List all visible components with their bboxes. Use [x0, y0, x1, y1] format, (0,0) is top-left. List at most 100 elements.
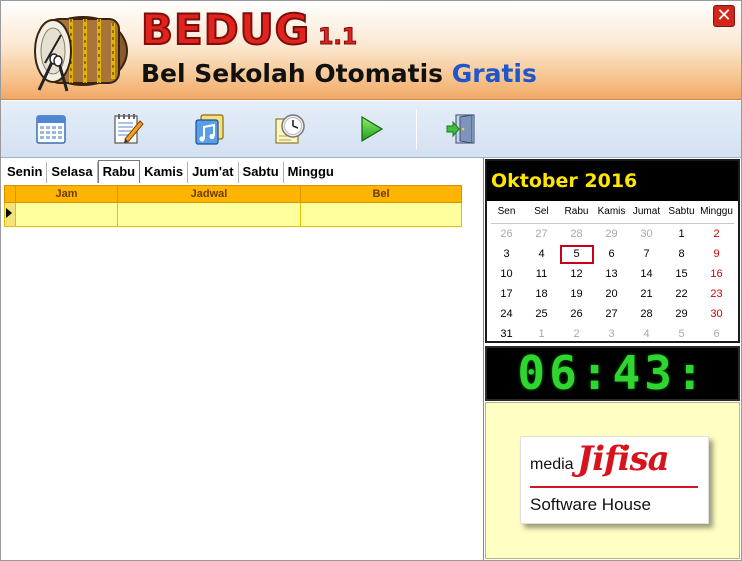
tab-rabu[interactable]: Rabu [97, 160, 141, 183]
calendar-day[interactable]: 31 [489, 324, 524, 344]
clock-readout: 06:43:54 [487, 346, 738, 450]
calendar-day[interactable]: 25 [524, 304, 559, 324]
toolbar [1, 101, 741, 158]
logo-tagline: Software House [530, 495, 651, 514]
clock-separator: : [675, 346, 708, 400]
calendar-month-title: Oktober 2016 [487, 161, 738, 201]
calendar-day[interactable]: 6 [699, 324, 734, 344]
bedug-app-window: BEDUG 1.1 Bel Sekolah Otomatis Gratis ✕ [0, 0, 742, 561]
app-title: BEDUG 1.1 [140, 4, 358, 55]
calendar-day[interactable]: 2 [559, 324, 594, 344]
bell-time-button[interactable] [270, 109, 310, 149]
calendar-icon [36, 115, 66, 144]
weekday-label: Minggu [700, 206, 733, 217]
calendar-day[interactable]: 15 [664, 264, 699, 284]
music-files-icon [195, 114, 224, 145]
calendar-day[interactable]: 7 [629, 244, 664, 264]
calendar-day[interactable]: 29 [664, 304, 699, 324]
calendar-day[interactable]: 13 [594, 264, 629, 284]
tab-sabtu[interactable]: Sabtu [239, 162, 284, 183]
calendar-day[interactable]: 19 [559, 284, 594, 304]
calendar-day[interactable]: 18 [524, 284, 559, 304]
calendar-week-row: 17 18 19 20 21 22 23 [489, 284, 736, 304]
row-indicator[interactable] [4, 202, 16, 227]
calendar-day[interactable]: 9 [699, 244, 734, 264]
app-version: 1.1 [318, 25, 358, 51]
column-header-bel[interactable]: Bel [300, 185, 462, 203]
company-logo-panel: media Jifisa Software House [485, 402, 740, 559]
table-row[interactable] [4, 202, 462, 227]
calendar-day[interactable]: 14 [629, 264, 664, 284]
logo-brand-text: Jifisa [577, 439, 670, 479]
calendar-day[interactable]: 29 [594, 224, 629, 244]
calendar-day[interactable]: 2 [699, 224, 734, 244]
calendar-day[interactable]: 4 [524, 244, 559, 264]
app-subtitle-main: Bel Sekolah Otomatis [141, 59, 444, 88]
calendar-day[interactable]: 11 [524, 264, 559, 284]
music-files-button[interactable] [190, 109, 230, 149]
calendar-week-row: 24 25 26 27 28 29 30 [489, 304, 736, 324]
close-button[interactable]: ✕ [713, 5, 735, 27]
column-header-jam[interactable]: Jam [15, 185, 118, 203]
clock-minutes: 43 [612, 346, 676, 400]
calendar-day-today[interactable]: 5 [559, 244, 594, 264]
calendar-day[interactable]: 30 [699, 304, 734, 324]
calendar-week-row: 31 1 2 3 4 5 6 [489, 324, 736, 344]
logo-divider [530, 486, 698, 488]
calendar-day[interactable]: 17 [489, 284, 524, 304]
calendar-day[interactable]: 4 [629, 324, 664, 344]
clock-separator: : [580, 346, 613, 400]
schedule-grid: Jam Jadwal Bel [4, 185, 462, 227]
calendar-day[interactable]: 10 [489, 264, 524, 284]
play-icon [361, 115, 384, 143]
day-tabs: Senin Selasa Rabu Kamis Jum'at Sabtu Min… [3, 160, 338, 183]
calendar-day[interactable]: 24 [489, 304, 524, 324]
edit-schedule-button[interactable] [108, 109, 148, 149]
calendar-button[interactable] [31, 109, 71, 149]
calendar-day[interactable]: 12 [559, 264, 594, 284]
cell-bel[interactable] [300, 202, 462, 227]
exit-button[interactable] [441, 109, 481, 149]
jifisa-logo: media Jifisa Software House [520, 436, 709, 524]
weekday-label: Sel [534, 206, 549, 217]
calendar-grid: Sen Sel Rabu Kamis Jumat Sabtu Minggu 26… [487, 201, 738, 346]
edit-notepad-icon [114, 114, 144, 144]
calendar-day[interactable]: 20 [594, 284, 629, 304]
tab-jumat[interactable]: Jum'at [188, 162, 239, 183]
calendar-day[interactable]: 26 [559, 304, 594, 324]
calendar-day[interactable]: 28 [559, 224, 594, 244]
calendar-day[interactable]: 8 [664, 244, 699, 264]
calendar-day[interactable]: 5 [664, 324, 699, 344]
calendar-day[interactable]: 21 [629, 284, 664, 304]
row-pointer-icon [6, 208, 12, 218]
tab-senin[interactable]: Senin [3, 162, 48, 183]
calendar-day[interactable]: 27 [594, 304, 629, 324]
calendar-day[interactable]: 3 [489, 244, 524, 264]
column-header-jadwal[interactable]: Jadwal [117, 185, 301, 203]
calendar-day[interactable]: 27 [524, 224, 559, 244]
cell-jam[interactable] [15, 202, 118, 227]
grid-header-row: Jam Jadwal Bel [4, 185, 462, 203]
calendar-day[interactable]: 3 [594, 324, 629, 344]
weekday-label: Rabu [564, 206, 589, 217]
month-calendar: Oktober 2016 Sen Sel Rabu Kamis Jumat Sa… [485, 159, 740, 343]
play-button[interactable] [351, 109, 391, 149]
cell-jadwal[interactable] [117, 202, 301, 227]
calendar-day[interactable]: 30 [629, 224, 664, 244]
tab-minggu[interactable]: Minggu [284, 162, 338, 183]
clock-note-icon [275, 114, 305, 144]
calendar-day[interactable]: 16 [699, 264, 734, 284]
calendar-day[interactable]: 26 [489, 224, 524, 244]
calendar-day[interactable]: 1 [664, 224, 699, 244]
calendar-day[interactable]: 6 [594, 244, 629, 264]
calendar-week-row: 26 27 28 29 30 1 2 [489, 224, 736, 244]
tab-selasa[interactable]: Selasa [47, 162, 98, 183]
calendar-day[interactable]: 22 [664, 284, 699, 304]
today-day-number: 5 [559, 245, 594, 264]
weekday-label: Sabtu [668, 206, 695, 217]
tab-kamis[interactable]: Kamis [140, 162, 189, 183]
calendar-day[interactable]: 23 [699, 284, 734, 304]
calendar-day[interactable]: 1 [524, 324, 559, 344]
calendar-day[interactable]: 28 [629, 304, 664, 324]
calendar-week-row: 3456789 [489, 244, 736, 264]
